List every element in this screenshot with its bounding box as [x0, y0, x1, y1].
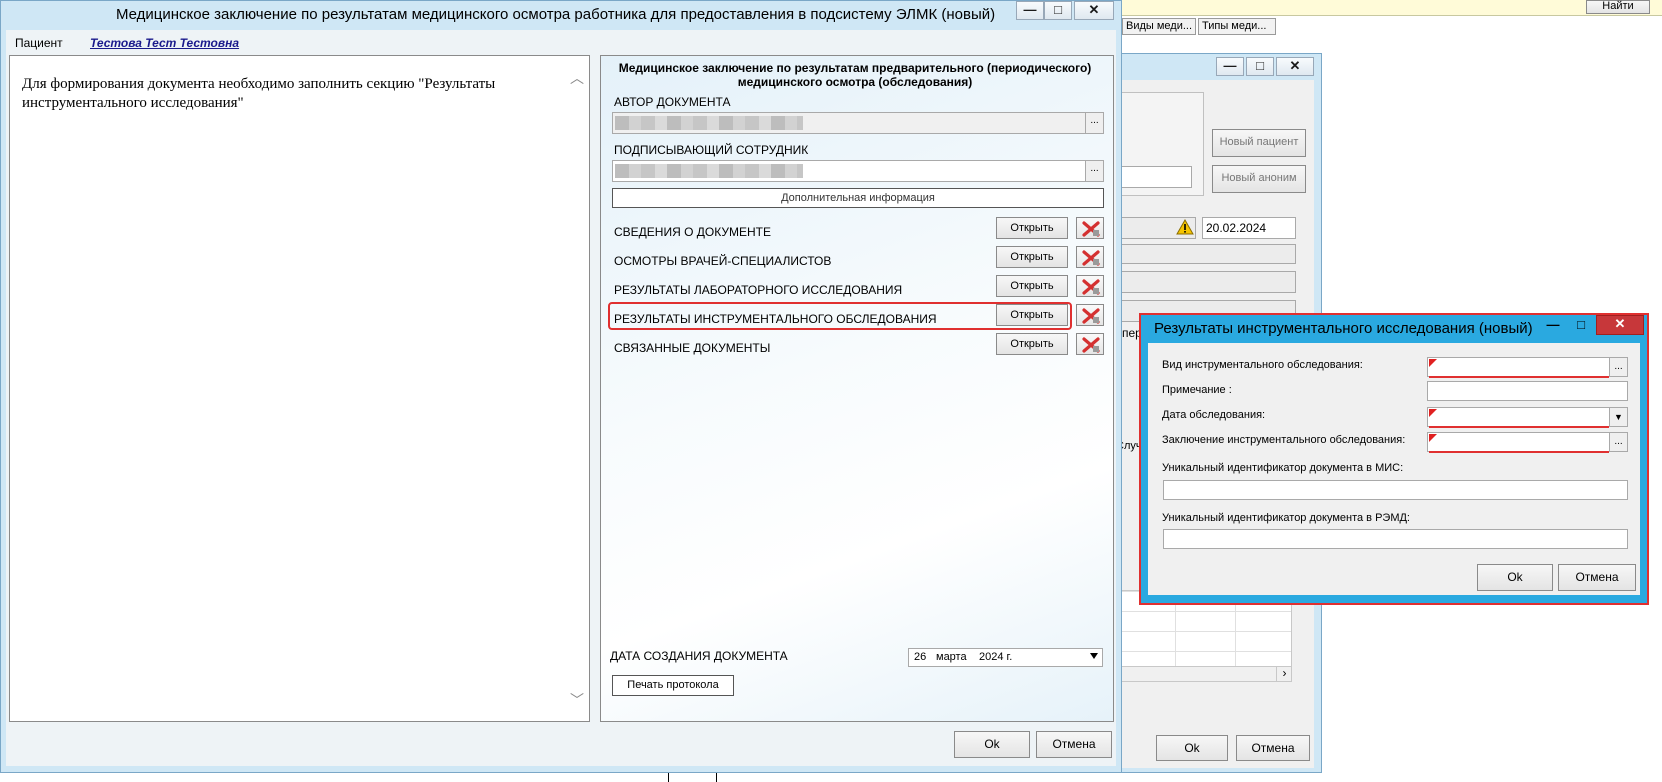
background-scrollbar[interactable]: [1114, 666, 1292, 682]
author-label: АВТОР ДОКУМЕНТА: [614, 95, 731, 109]
date-year: 2024 г.: [979, 651, 1013, 663]
date-day: 26: [914, 651, 927, 663]
form-title: Медицинское заключение по результатам пр…: [618, 61, 1092, 89]
background-field-4[interactable]: [1110, 271, 1296, 293]
info-message: Для формирования документа необходимо за…: [22, 76, 496, 111]
author-value-redacted: [615, 116, 803, 130]
remd-id-field[interactable]: [1163, 529, 1628, 549]
background-date-field[interactable]: 20.02.2024: [1202, 217, 1296, 239]
field-note-label: Примечание :: [1162, 384, 1232, 396]
message-pane: [9, 55, 590, 722]
required-underline: [1429, 426, 1609, 428]
cancel-button[interactable]: Отмена: [1036, 731, 1112, 758]
background-field[interactable]: [1110, 166, 1192, 188]
open-specialist-exams-button[interactable]: Открыть: [996, 246, 1068, 268]
background-toolbar: [1060, 0, 1662, 16]
minimize-icon[interactable]: —: [1540, 316, 1566, 335]
delete-icon: [1082, 250, 1100, 266]
dialog-title: Результаты инструментального исследовани…: [1154, 320, 1533, 337]
author-field[interactable]: ...: [612, 112, 1104, 134]
open-lab-results-button[interactable]: Открыть: [996, 275, 1068, 297]
maximize-icon[interactable]: □: [1044, 1, 1072, 20]
section-label: СВЯЗАННЫЕ ДОКУМЕНТЫ: [614, 341, 771, 355]
highlight-frame: [608, 302, 1072, 330]
maximize-icon[interactable]: □: [1246, 57, 1274, 76]
close-icon[interactable]: ✕: [1074, 1, 1114, 20]
print-protocol-button[interactable]: Печать протокола: [612, 675, 734, 696]
background-divider: [668, 773, 669, 782]
delete-related-docs-button[interactable]: [1076, 333, 1104, 355]
dropdown-arrow-icon[interactable]: [1090, 653, 1098, 659]
extra-info-button[interactable]: Дополнительная информация: [612, 188, 1104, 208]
section-label: ОСМОТРЫ ВРАЧЕЙ-СПЕЦИАЛИСТОВ: [614, 254, 832, 268]
exam-date-field[interactable]: ▼: [1427, 407, 1628, 427]
delete-icon: [1082, 221, 1100, 237]
patient-name-link[interactable]: Тестова Тест Тестовна: [90, 36, 239, 50]
conclusion-browse-button[interactable]: ...: [1609, 433, 1627, 451]
close-icon[interactable]: ✕: [1276, 57, 1314, 76]
field-conclusion-label: Заключение инструментального обследовани…: [1162, 434, 1406, 446]
field-date-label: Дата обследования:: [1162, 409, 1266, 421]
chevron-up-icon[interactable]: ︿: [570, 68, 584, 88]
maximize-icon[interactable]: □: [1568, 316, 1594, 335]
open-document-info-button[interactable]: Открыть: [996, 217, 1068, 239]
delete-lab-results-button[interactable]: [1076, 275, 1104, 297]
chevron-down-icon[interactable]: ﹀: [570, 690, 584, 710]
dialog-cancel-button[interactable]: Отмена: [1558, 564, 1636, 591]
background-ok-button[interactable]: Ok: [1156, 735, 1228, 761]
instrumental-type-field[interactable]: ...: [1427, 357, 1628, 377]
mis-id-field[interactable]: [1163, 480, 1628, 500]
open-related-docs-button[interactable]: Открыть: [996, 333, 1068, 355]
delete-document-info-button[interactable]: [1076, 217, 1104, 239]
required-marker: [1429, 359, 1437, 367]
creation-date-label: ДАТА СОЗДАНИЯ ДОКУМЕНТА: [610, 649, 788, 663]
signer-field[interactable]: ...: [612, 160, 1104, 182]
window-title: Медицинское заключение по результатам ме…: [116, 6, 996, 23]
creation-date-picker[interactable]: 26 марта 2024 г.: [908, 648, 1103, 667]
tab-tipy[interactable]: Типы меди...: [1198, 18, 1276, 35]
field-mis-label: Уникальный идентификатор документа в МИС…: [1162, 462, 1404, 474]
background-field-3[interactable]: [1110, 244, 1296, 264]
signer-browse-button[interactable]: ...: [1085, 161, 1103, 181]
section-label: РЕЗУЛЬТАТЫ ЛАБОРАТОРНОГО ИССЛЕДОВАНИЯ: [614, 283, 903, 297]
field-remd-label: Уникальный идентификатор документа в РЭМ…: [1162, 512, 1410, 524]
close-icon[interactable]: ✕: [1596, 315, 1644, 335]
dialog-ok-button[interactable]: Ok: [1477, 564, 1553, 591]
patient-label: Пациент: [15, 36, 63, 50]
new-patient-button[interactable]: Новый пациент: [1212, 129, 1306, 157]
delete-specialist-exams-button[interactable]: [1076, 246, 1104, 268]
section-label: СВЕДЕНИЯ О ДОКУМЕНТЕ: [614, 225, 771, 239]
delete-instrumental-results-button[interactable]: [1076, 304, 1104, 326]
field-type-label: Вид инструментального обследования:: [1162, 359, 1363, 371]
chevron-right-icon[interactable]: ›: [1276, 666, 1292, 682]
minimize-icon[interactable]: —: [1016, 1, 1044, 20]
ok-button[interactable]: Ok: [954, 731, 1030, 758]
date-month: марта: [936, 651, 967, 663]
tab-vidy[interactable]: Виды меди...: [1122, 18, 1196, 35]
required-marker: [1429, 409, 1437, 417]
find-button[interactable]: Найти: [1586, 0, 1650, 14]
conclusion-field[interactable]: ...: [1427, 432, 1628, 452]
delete-icon: [1082, 279, 1100, 295]
signer-value-redacted: [615, 164, 803, 178]
minimize-icon[interactable]: —: [1216, 57, 1244, 76]
new-anonymous-button[interactable]: Новый аноним: [1212, 165, 1306, 193]
author-browse-button[interactable]: ...: [1085, 113, 1103, 133]
warning-icon: [1176, 219, 1194, 235]
required-underline: [1429, 376, 1609, 378]
chevron-down-icon[interactable]: ▼: [1609, 408, 1627, 426]
required-marker: [1429, 434, 1437, 442]
required-underline: [1429, 451, 1609, 453]
instrumental-type-browse-button[interactable]: ...: [1609, 358, 1627, 376]
delete-icon: [1082, 337, 1100, 353]
note-field[interactable]: [1427, 381, 1628, 401]
background-cancel-button[interactable]: Отмена: [1236, 735, 1310, 761]
background-divider-2: [716, 773, 717, 782]
signer-label: ПОДПИСЫВАЮЩИЙ СОТРУДНИК: [614, 143, 809, 157]
delete-icon: [1082, 308, 1100, 324]
